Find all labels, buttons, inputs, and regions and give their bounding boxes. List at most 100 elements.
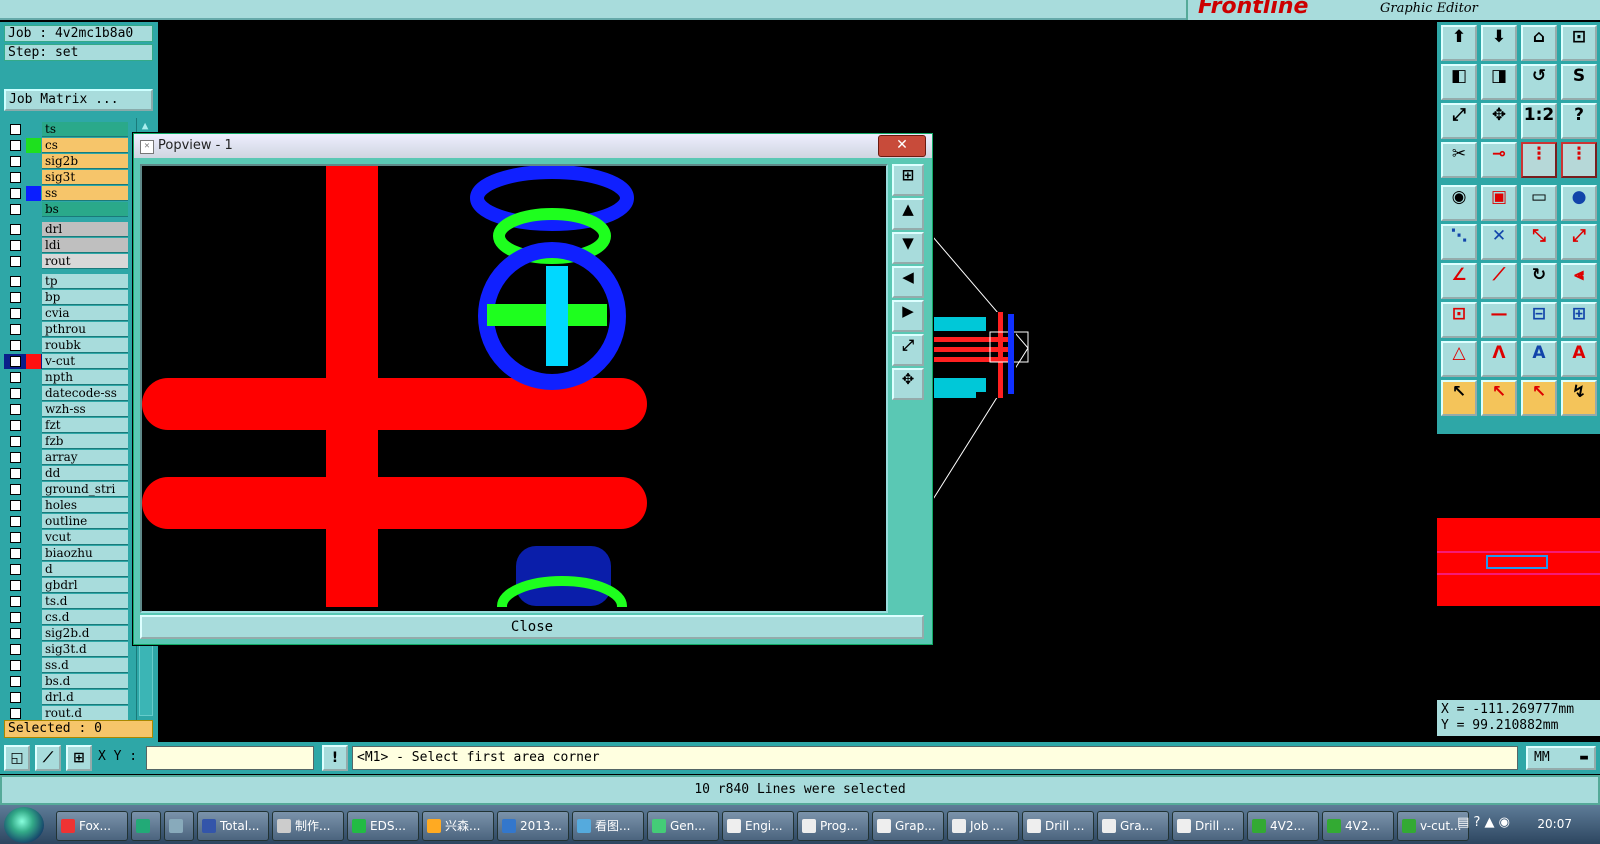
layer-row[interactable]: ts.d bbox=[4, 594, 128, 609]
layer-color-swatch[interactable] bbox=[26, 254, 41, 269]
job-matrix-button[interactable]: Job Matrix ... bbox=[4, 89, 153, 111]
layer-name[interactable]: bp bbox=[42, 290, 128, 305]
layer-row[interactable]: datecode-ss bbox=[4, 386, 128, 401]
layer-name[interactable]: datecode-ss bbox=[42, 386, 128, 401]
tool-button-7-2[interactable]: ⊟ bbox=[1521, 302, 1557, 338]
layer-name[interactable]: fzb bbox=[42, 434, 128, 449]
taskbar-item[interactable] bbox=[164, 811, 194, 841]
layer-name[interactable]: sig2b bbox=[42, 154, 128, 169]
snap-icon[interactable]: ◱ bbox=[4, 745, 30, 771]
layer-checkbox[interactable] bbox=[10, 372, 21, 383]
tool-button-1-1[interactable]: ◨ bbox=[1481, 64, 1517, 100]
taskbar-item[interactable]: Drill ... bbox=[1022, 811, 1094, 841]
tool-button-0-2[interactable]: ⌂ bbox=[1521, 25, 1557, 61]
layer-color-swatch[interactable] bbox=[26, 626, 41, 641]
layer-color-swatch[interactable] bbox=[26, 562, 41, 577]
layer-color-swatch[interactable] bbox=[26, 290, 41, 305]
layer-name[interactable]: drl.d bbox=[42, 690, 128, 705]
tool-button-5-2[interactable]: ⤡ bbox=[1521, 224, 1557, 260]
layer-checkbox[interactable] bbox=[10, 660, 21, 671]
layer-color-swatch[interactable] bbox=[26, 658, 41, 673]
layer-checkbox[interactable] bbox=[10, 324, 21, 335]
layer-name[interactable]: roubk bbox=[42, 338, 128, 353]
layer-row[interactable]: d bbox=[4, 562, 128, 577]
layer-checkbox[interactable] bbox=[10, 172, 21, 183]
layer-row[interactable]: fzb bbox=[4, 434, 128, 449]
tool-button-7-3[interactable]: ⊞ bbox=[1561, 302, 1597, 338]
layer-name[interactable]: wzh-ss bbox=[42, 402, 128, 417]
layer-color-swatch[interactable] bbox=[26, 122, 41, 137]
tool-button-0-3[interactable]: ⊡ bbox=[1561, 25, 1597, 61]
layer-row[interactable]: ts bbox=[4, 122, 128, 137]
layer-color-swatch[interactable] bbox=[26, 546, 41, 561]
tool-button-1-0[interactable]: ◧ bbox=[1441, 64, 1477, 100]
tool-button-6-0[interactable]: ∠ bbox=[1441, 263, 1477, 299]
layer-name[interactable]: ss bbox=[42, 186, 128, 201]
layer-name[interactable]: sig3t bbox=[42, 170, 128, 185]
taskbar-item[interactable]: 制作... bbox=[272, 811, 344, 841]
taskbar-item[interactable]: EDS... bbox=[347, 811, 419, 841]
layer-checkbox[interactable] bbox=[10, 156, 21, 167]
units-select[interactable]: MM ▬ bbox=[1526, 746, 1596, 770]
layer-color-swatch[interactable] bbox=[26, 138, 41, 153]
layer-color-swatch[interactable] bbox=[26, 706, 41, 721]
overview-map[interactable] bbox=[1437, 432, 1600, 696]
layer-name[interactable]: dd bbox=[42, 466, 128, 481]
layer-name[interactable]: cvia bbox=[42, 306, 128, 321]
tool-button-2-3[interactable]: ? bbox=[1561, 103, 1597, 139]
tool-button-9-2[interactable]: ↖ bbox=[1521, 380, 1557, 416]
layer-name[interactable]: biaozhu bbox=[42, 546, 128, 561]
layer-name[interactable]: cs.d bbox=[42, 610, 128, 625]
taskbar-item[interactable]: Job ... bbox=[947, 811, 1019, 841]
layer-color-swatch[interactable] bbox=[26, 642, 41, 657]
layer-checkbox[interactable] bbox=[10, 564, 21, 575]
pan-up-icon[interactable]: ▲ bbox=[892, 198, 924, 230]
pan-left-icon[interactable]: ◀ bbox=[892, 266, 924, 298]
layer-name[interactable]: rout bbox=[42, 254, 128, 269]
layer-row[interactable]: array bbox=[4, 450, 128, 465]
layer-checkbox[interactable] bbox=[10, 516, 21, 527]
tool-button-0-0[interactable]: ⬆ bbox=[1441, 25, 1477, 61]
tool-button-6-1[interactable]: ⟋ bbox=[1481, 263, 1517, 299]
layer-color-swatch[interactable] bbox=[26, 306, 41, 321]
layer-checkbox[interactable] bbox=[10, 452, 21, 463]
layer-color-swatch[interactable] bbox=[26, 674, 41, 689]
layer-checkbox[interactable] bbox=[10, 708, 21, 719]
layer-row[interactable]: drl bbox=[4, 222, 128, 237]
tool-button-5-3[interactable]: ⤢ bbox=[1561, 224, 1597, 260]
tool-button-9-1[interactable]: ↖ bbox=[1481, 380, 1517, 416]
taskbar-item[interactable]: 看图... bbox=[572, 811, 644, 841]
tool-button-2-0[interactable]: ⤢ bbox=[1441, 103, 1477, 139]
layer-checkbox[interactable] bbox=[10, 468, 21, 479]
layer-row[interactable]: outline bbox=[4, 514, 128, 529]
layer-row[interactable]: cs.d bbox=[4, 610, 128, 625]
layer-checkbox[interactable] bbox=[10, 224, 21, 235]
layer-color-swatch[interactable] bbox=[26, 222, 41, 237]
tool-button-3-1[interactable]: ⊸ bbox=[1481, 142, 1517, 178]
tool-button-4-2[interactable]: ▭ bbox=[1521, 185, 1557, 221]
tool-button-4-1[interactable]: ▣ bbox=[1481, 185, 1517, 221]
layer-checkbox[interactable] bbox=[10, 484, 21, 495]
layer-checkbox[interactable] bbox=[10, 140, 21, 151]
layer-name[interactable]: bs bbox=[42, 202, 128, 217]
tool-button-3-0[interactable]: ✂ bbox=[1441, 142, 1477, 178]
layer-row[interactable]: ss.d bbox=[4, 658, 128, 673]
layer-row[interactable]: vcut bbox=[4, 530, 128, 545]
layer-color-swatch[interactable] bbox=[26, 170, 41, 185]
layer-checkbox[interactable] bbox=[10, 204, 21, 215]
layer-name[interactable]: fzt bbox=[42, 418, 128, 433]
layer-name[interactable]: ldi bbox=[42, 238, 128, 253]
layer-color-swatch[interactable] bbox=[26, 450, 41, 465]
zoom-fit-icon[interactable]: ⤢ bbox=[892, 334, 924, 366]
layer-checkbox[interactable] bbox=[10, 404, 21, 415]
layer-checkbox[interactable] bbox=[10, 124, 21, 135]
tool-button-4-3[interactable]: ● bbox=[1561, 185, 1597, 221]
layer-color-swatch[interactable] bbox=[26, 370, 41, 385]
layer-name[interactable]: vcut bbox=[42, 530, 128, 545]
layer-name[interactable]: outline bbox=[42, 514, 128, 529]
layer-checkbox[interactable] bbox=[10, 292, 21, 303]
layer-color-swatch[interactable] bbox=[26, 514, 41, 529]
tray-icons[interactable]: ▤ ? ▲ ◉ bbox=[1457, 815, 1510, 830]
layer-row[interactable]: wzh-ss bbox=[4, 402, 128, 417]
layer-row[interactable]: tp bbox=[4, 274, 128, 289]
